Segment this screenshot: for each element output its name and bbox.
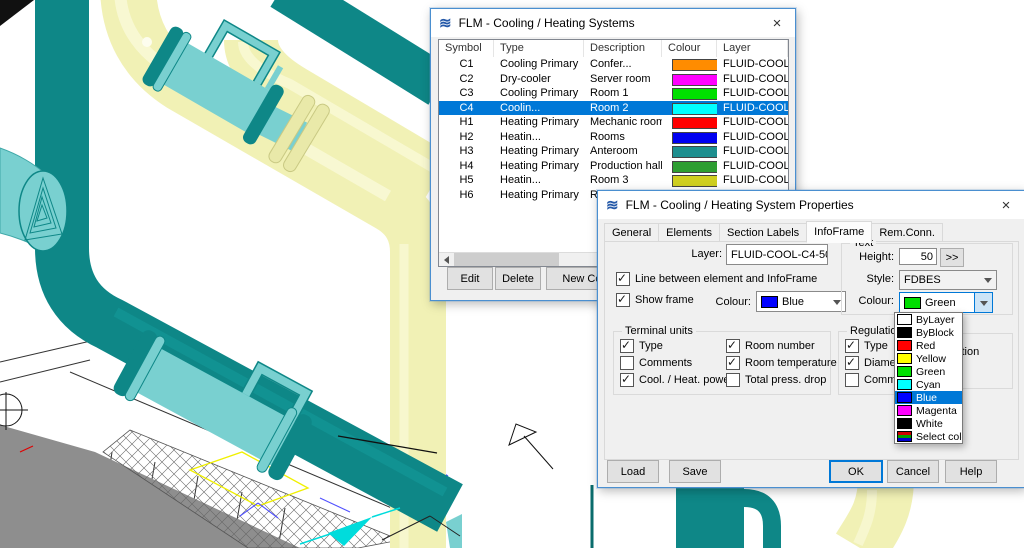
colour-swatch [897,379,912,390]
scrollbar-thumb[interactable] [454,253,559,266]
colour-swatch [672,117,717,129]
colour-swatch [904,297,921,309]
dropdown-item[interactable]: Select color ... [895,430,962,443]
colour-swatch [672,88,717,100]
height-label: Height: [844,251,894,263]
colour-swatch [897,418,912,429]
colour-swatch [897,340,912,351]
load-button[interactable]: Load [607,460,659,483]
chevron-down-icon[interactable] [979,271,996,289]
tab-infoframe[interactable]: InfoFrame [806,221,872,243]
dropdown-item[interactable]: ByLayer [895,313,962,326]
colour-swatch [672,161,717,173]
dropdown-item[interactable]: Cyan [895,378,962,391]
dropdown-item[interactable]: Red [895,339,962,352]
colour-swatch [897,366,912,377]
app-icon: ≋ [439,16,452,31]
edit-button[interactable]: Edit [447,267,493,290]
tab-strip: General Elements Section Labels InfoFram… [604,221,942,242]
close-icon[interactable]: × [988,191,1024,219]
col-type[interactable]: Type [494,40,584,57]
col-symbol[interactable]: Symbol [439,40,494,57]
col-layer[interactable]: Layer [717,40,788,57]
comments-checkbox[interactable]: Comments [620,356,692,370]
style-combobox[interactable]: FDBES [899,270,997,290]
dropdown-item[interactable]: Magenta [895,404,962,417]
table-row[interactable]: C1 Cooling Primary Confer... FLUID-COOL-… [439,57,788,72]
frame-colour-label: Colour: [693,296,751,308]
screen: ≋ FLM - Cooling / Heating Systems × Symb… [0,0,1024,548]
checkbox-label: Show frame [635,294,694,306]
table-row[interactable]: H3 Heating Primary Anteroom FLUID-COOL-H… [439,144,788,159]
table-row[interactable]: C2 Dry-cooler Server room FLUID-COOL-C2 [439,72,788,87]
valve-type-checkbox[interactable]: Type [845,339,888,353]
tab-general[interactable]: General [604,223,659,242]
dropdown-item[interactable]: Green [895,365,962,378]
text-colour-combobox[interactable]: Green [899,292,993,313]
cancel-button[interactable]: Cancel [887,460,939,483]
colour-swatch [897,314,912,325]
table-row[interactable]: H4 Heating Primary Production hall FLUID… [439,159,788,174]
colour-swatch [897,392,912,403]
col-description[interactable]: Description [584,40,662,57]
dropdown-item[interactable]: White [895,417,962,430]
col-colour[interactable]: Colour [662,40,717,57]
frame-colour-combobox[interactable]: Blue [756,291,846,312]
table-row[interactable]: H5 Heatin... Room 3 FLUID-COOL-H5 [439,173,788,188]
show-frame-checkbox[interactable]: Show frame [616,293,694,307]
room-temperature-checkbox[interactable]: Room temperature [726,356,837,370]
scroll-left-icon[interactable] [439,253,454,266]
checkbox-box [616,272,630,286]
tab-rem-conn[interactable]: Rem.Conn. [871,223,943,242]
layer-label: Layer: [638,248,722,260]
expand-button[interactable]: >> [940,248,964,267]
height-field[interactable] [899,248,937,265]
text-colour-label: Colour: [844,295,894,307]
app-icon: ≋ [606,198,619,213]
dropdown-item[interactable]: Yellow [895,352,962,365]
style-label: Style: [844,273,894,285]
systems-titlebar[interactable]: ≋ FLM - Cooling / Heating Systems × [431,9,795,37]
help-button[interactable]: Help [945,460,997,483]
line-between-checkbox[interactable]: Line between element and InfoFrame [616,272,817,286]
checkbox-label: Line between element and InfoFrame [635,273,817,285]
checkbox-box [616,293,630,307]
table-row[interactable]: C3 Cooling Primary Room 1 FLUID-COOL-C3 [439,86,788,101]
colour-swatch [672,146,717,158]
tab-section-labels[interactable]: Section Labels [719,223,807,242]
colour-swatch [897,327,912,338]
table-row-selected[interactable]: C4 Coolin... Room 2 FLUID-COOL-C4 [439,101,788,116]
dropdown-item[interactable]: ByBlock [895,326,962,339]
colour-swatch [672,59,717,71]
multi-colour-swatch [897,431,912,442]
cool-heat-power-checkbox[interactable]: Cool. / Heat. power [620,373,733,387]
ok-button[interactable]: OK [829,460,883,483]
colour-swatch [672,175,717,187]
properties-dialog: ≋ FLM - Cooling / Heating System Propert… [597,190,1024,488]
colour-swatch [672,132,717,144]
colour-swatch [672,74,717,86]
tab-elements[interactable]: Elements [658,223,720,242]
room-number-checkbox[interactable]: Room number [726,339,815,353]
layer-combobox[interactable]: FLUID-COOL-C4-50-IN [726,244,828,265]
colour-swatch [672,103,717,115]
colour-swatch [897,353,912,364]
close-icon[interactable]: × [759,9,795,37]
dropdown-item-selected[interactable]: Blue [895,391,962,404]
properties-title: FLM - Cooling / Heating System Propertie… [626,198,854,212]
total-press-drop-checkbox[interactable]: Total press. drop [726,373,826,387]
table-row[interactable]: H2 Heatin... Rooms FLUID-COOL-H2 [439,130,788,145]
colour-swatch [897,405,912,416]
table-header[interactable]: Symbol Type Description Colour Layer [439,40,788,57]
colour-dropdown[interactable]: ByLayer ByBlock Red Yellow Green Cyan [894,312,963,444]
delete-button[interactable]: Delete [495,267,541,290]
chevron-down-icon[interactable] [974,293,992,312]
colour-swatch [761,296,778,308]
table-row[interactable]: H1 Heating Primary Mechanic room FLUID-C… [439,115,788,130]
properties-titlebar[interactable]: ≋ FLM - Cooling / Heating System Propert… [598,191,1024,219]
systems-title: FLM - Cooling / Heating Systems [459,16,635,30]
type-checkbox[interactable]: Type [620,339,663,353]
save-button[interactable]: Save [669,460,721,483]
